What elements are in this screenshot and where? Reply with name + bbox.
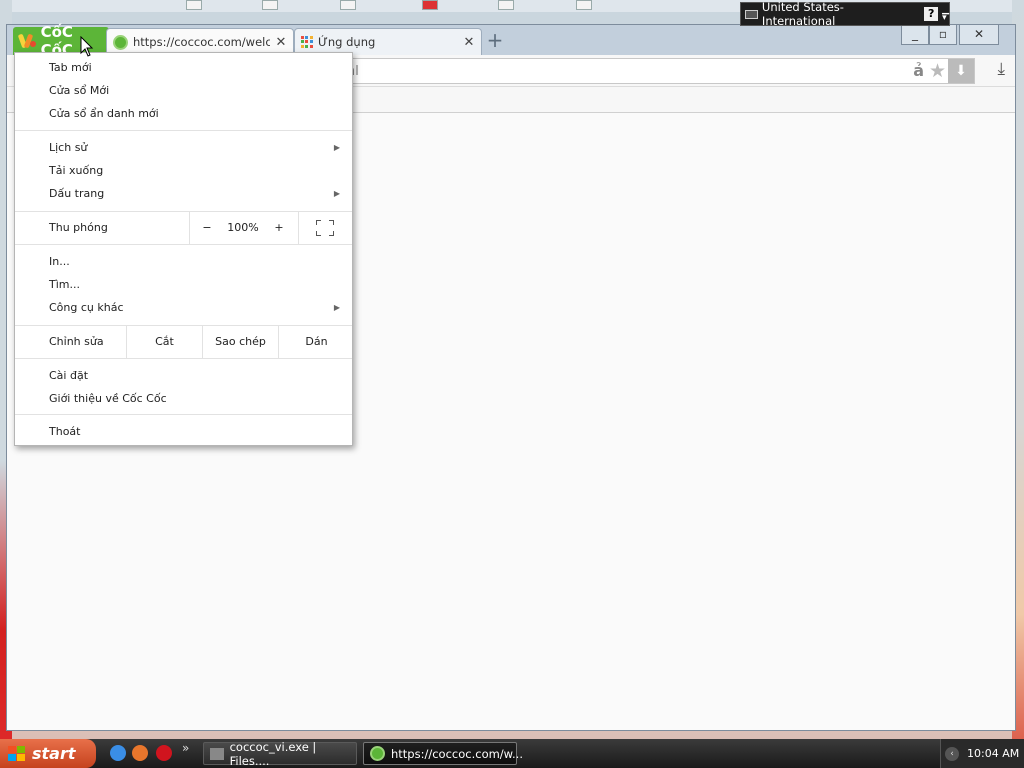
apps-grid-icon — [301, 36, 313, 48]
menu-item-label: Công cụ khác — [49, 301, 124, 314]
edit-label: Chỉnh sửa — [49, 335, 104, 348]
tab-strip: CốC CốC https://coccoc.com/welcome ✕ Ứng… — [7, 23, 1015, 59]
ie-icon[interactable] — [110, 745, 126, 761]
translate-icon[interactable]: ả — [913, 61, 924, 80]
new-tab-button[interactable]: + — [485, 30, 505, 50]
paste-button[interactable]: Dán — [279, 326, 354, 358]
task-label: https://coccoc.com/w... — [391, 746, 523, 761]
menu-item-label: Dấu trang — [49, 187, 105, 200]
tab-apps[interactable]: Ứng dụng ✕ — [294, 28, 482, 55]
copy-button[interactable]: Sao chép — [203, 326, 278, 358]
start-label: start — [32, 744, 76, 763]
coccoc-icon — [370, 746, 385, 761]
keyboard-icon — [745, 9, 758, 19]
tab-title: https://coccoc.com/welcome — [133, 35, 270, 49]
menu-item-about[interactable]: Giới thiệu về Cốc Cốc — [15, 387, 352, 410]
divider — [189, 212, 190, 244]
start-button[interactable]: start — [0, 739, 96, 768]
installer-icon — [210, 747, 224, 760]
menu-item-bookmarks[interactable]: Dấu trang ▶ — [15, 182, 352, 205]
task-coccoc-installer[interactable]: coccoc_vi.exe | Files.... — [203, 739, 357, 768]
task-coccoc-browser[interactable]: https://coccoc.com/w... — [363, 742, 523, 765]
star-icon[interactable]: ★ — [929, 60, 946, 82]
tab-coccoc-welcome[interactable]: https://coccoc.com/welcome ✕ — [106, 28, 294, 55]
close-window-button[interactable]: ✕ — [959, 25, 999, 45]
desktop-icon[interactable] — [422, 0, 438, 10]
menu-item-history[interactable]: Lịch sử ▶ — [15, 136, 352, 159]
zoom-value: 100% — [227, 221, 259, 234]
cut-button[interactable]: Cắt — [127, 326, 202, 358]
menu-item-label: Lịch sử — [49, 141, 88, 154]
coccoc-menu-button[interactable]: CốC CốC — [13, 23, 109, 59]
zoom-in-button[interactable]: + — [267, 212, 291, 244]
opera-icon[interactable] — [156, 745, 172, 761]
firefox-icon[interactable] — [132, 745, 148, 761]
tray-expand-icon[interactable]: ‹ — [945, 746, 959, 761]
windows-flag-icon — [8, 745, 26, 762]
task-label: coccoc_vi.exe | Files.... — [229, 739, 317, 768]
menu-item-downloads[interactable]: Tải xuống — [15, 159, 352, 182]
quicklaunch-more-icon[interactable]: » — [182, 741, 189, 755]
close-tab-icon[interactable]: ✕ — [463, 35, 475, 50]
desktop-icon[interactable] — [498, 0, 514, 10]
close-tab-icon[interactable]: ✕ — [275, 35, 287, 50]
download-arrow-icon[interactable]: ⬇ — [948, 59, 974, 83]
desktop-icon[interactable] — [262, 0, 278, 10]
menu-item-exit[interactable]: Thoát — [15, 420, 352, 443]
menu-item-print[interactable]: In... — [15, 250, 352, 273]
menu-item-new-window[interactable]: Cửa sổ Mới — [15, 79, 352, 102]
language-bar[interactable]: United States-International ? ▁ ▾ — [740, 0, 950, 28]
language-label: United States-International — [761, 0, 844, 28]
menu-item-settings[interactable]: Cài đặt — [15, 364, 352, 387]
desktop-icon[interactable] — [576, 0, 592, 10]
menu-item-find[interactable]: Tìm... — [15, 273, 352, 296]
desktop-icon[interactable] — [186, 0, 202, 10]
fullscreen-icon[interactable] — [316, 220, 334, 236]
mouse-cursor-icon — [80, 36, 94, 57]
divider — [298, 212, 299, 244]
menu-separator — [15, 130, 352, 131]
main-menu: Tab mới Cửa sổ Mới Cửa sổ ẩn danh mới Lị… — [14, 52, 353, 446]
desktop-icon[interactable] — [340, 0, 356, 10]
menu-item-incognito[interactable]: Cửa sổ ẩn danh mới — [15, 102, 352, 125]
zoom-out-button[interactable]: − — [195, 212, 219, 244]
menu-item-more-tools[interactable]: Công cụ khác ▶ — [15, 296, 352, 319]
coccoc-icon — [113, 34, 128, 50]
clock: 10:04 AM — [967, 747, 1020, 760]
submenu-arrow-icon: ▶ — [333, 189, 340, 198]
help-icon[interactable]: ? — [924, 7, 939, 21]
edit-row: Chỉnh sửa Cắt Sao chép Dán — [15, 325, 352, 359]
langbar-options-icon[interactable]: ▁ ▾ — [942, 6, 949, 23]
address-bar[interactable]: ml ả ★ ⬇ — [297, 58, 975, 84]
taskbar: start » coccoc_vi.exe | Files.... https:… — [0, 739, 1024, 768]
minimize-button[interactable]: _ — [901, 25, 929, 45]
submenu-arrow-icon: ▶ — [333, 143, 340, 152]
menu-item-new-tab[interactable]: Tab mới — [15, 56, 352, 79]
submenu-arrow-icon: ▶ — [333, 303, 340, 312]
zoom-label: Thu phóng — [49, 221, 108, 234]
downloads-icon[interactable]: ⤓ — [997, 59, 1005, 79]
coccoc-logo-icon — [17, 32, 37, 50]
menu-separator — [15, 414, 352, 415]
zoom-row: Thu phóng − 100% + — [15, 211, 352, 245]
system-tray: ‹ 10:04 AM — [940, 739, 1024, 768]
maximize-button[interactable]: ▫ — [929, 25, 957, 45]
tab-title: Ứng dụng — [318, 35, 376, 49]
